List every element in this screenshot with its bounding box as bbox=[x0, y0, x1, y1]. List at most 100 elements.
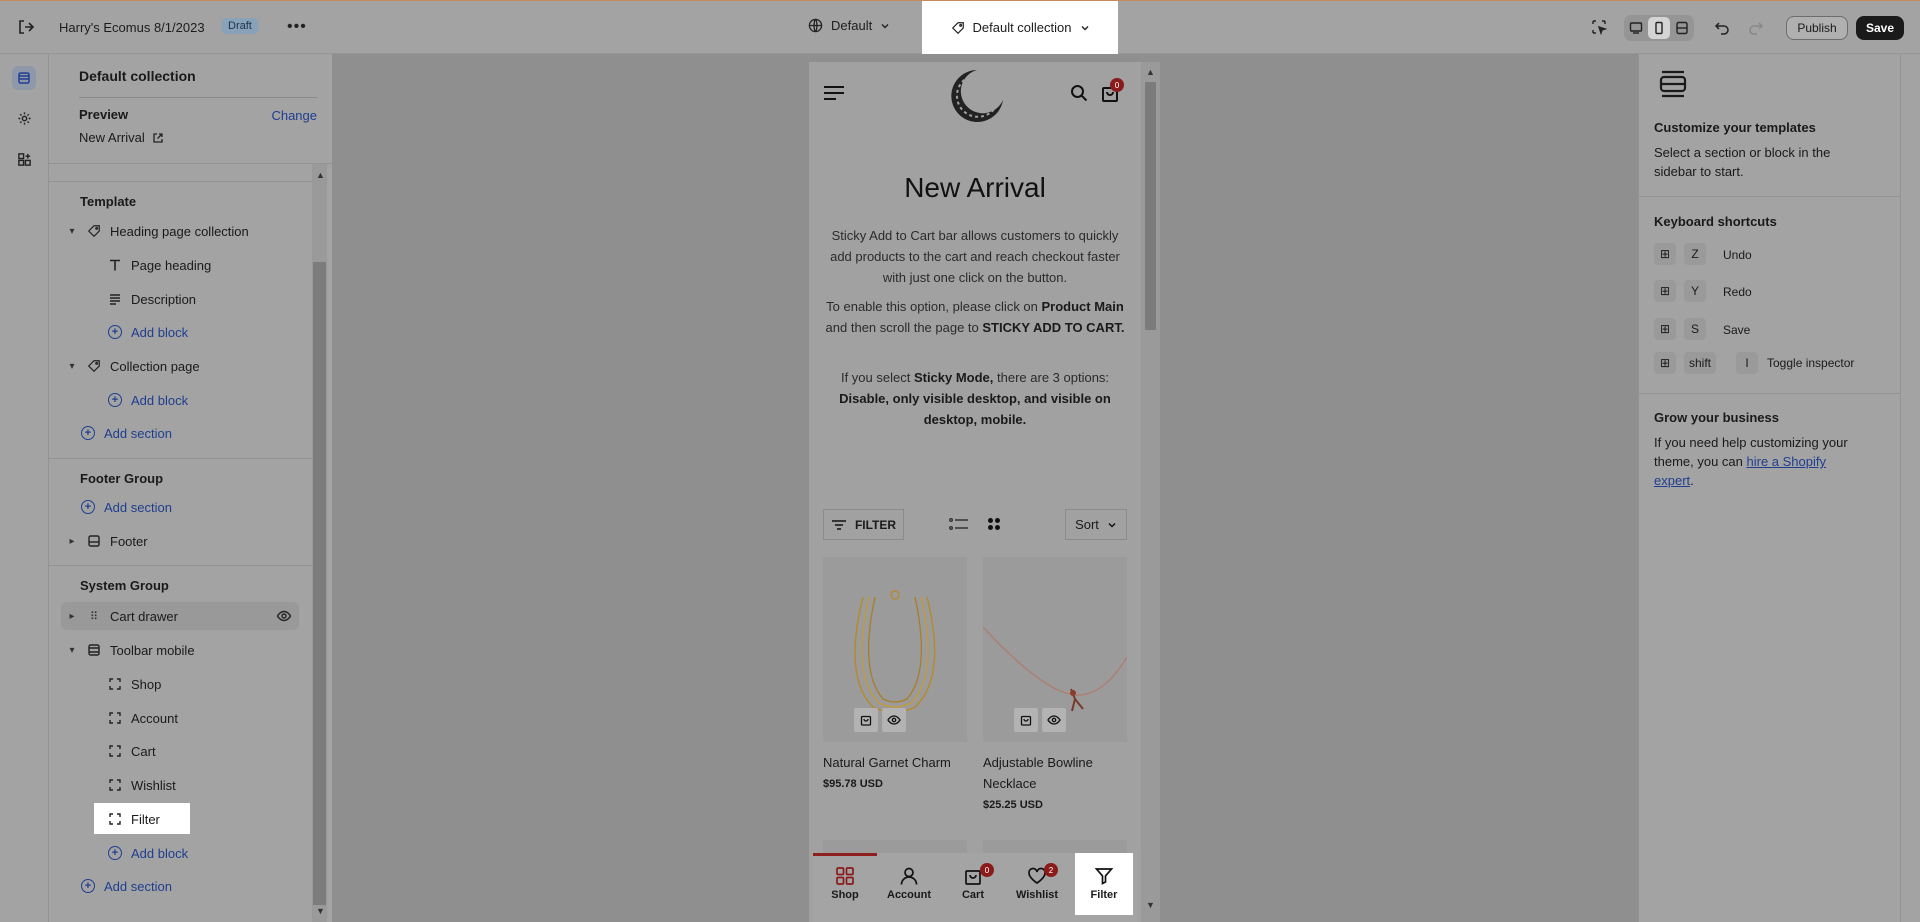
undo-icon[interactable] bbox=[1714, 19, 1730, 38]
text-run: there are 3 options: bbox=[993, 370, 1110, 385]
desktop-view-icon[interactable] bbox=[1625, 17, 1647, 39]
chevron-right-icon[interactable]: ▸ bbox=[66, 536, 78, 547]
toolbar-item-label: Shop bbox=[831, 889, 859, 901]
collection-title: New Arrival bbox=[904, 172, 1046, 203]
template-preview-popover: Default collection Preview Change New Ar… bbox=[49, 54, 332, 164]
product-name[interactable]: Adjustable Bowline Necklace bbox=[983, 752, 1127, 794]
hamburger-menu-icon[interactable] bbox=[823, 84, 845, 105]
mobile-view-icon[interactable] bbox=[1647, 17, 1670, 39]
change-preview-link[interactable]: Change bbox=[271, 108, 317, 123]
text-run: To enable this option, please click on bbox=[826, 299, 1042, 314]
section-cart-drawer[interactable]: ▸ ⠿ Cart drawer bbox=[66, 606, 177, 626]
add-section-button[interactable]: + Add section bbox=[81, 423, 172, 443]
settings-gear-icon[interactable] bbox=[12, 106, 36, 130]
grid-icon bbox=[836, 867, 854, 885]
block-cart[interactable]: Cart bbox=[108, 741, 156, 761]
preview-value-link[interactable]: New Arrival bbox=[79, 130, 164, 145]
tag-icon bbox=[87, 225, 100, 238]
section-label: Toolbar mobile bbox=[110, 642, 195, 658]
user-icon bbox=[900, 867, 918, 885]
add-section-button[interactable]: + Add section bbox=[81, 876, 172, 896]
text-run: . bbox=[1690, 473, 1694, 488]
block-frame-icon bbox=[109, 712, 121, 724]
add-block-label: Add block bbox=[131, 845, 189, 861]
sidebar-divider bbox=[49, 458, 312, 459]
scroll-down-arrow-icon[interactable]: ▼ bbox=[1146, 900, 1155, 910]
toolbar-item-filter[interactable]: Filter bbox=[1072, 866, 1136, 901]
quick-add-bag-icon[interactable] bbox=[1014, 708, 1038, 732]
filter-button[interactable]: FILTER bbox=[823, 509, 904, 540]
block-filter[interactable]: Filter bbox=[108, 809, 160, 829]
sections-icon[interactable] bbox=[12, 66, 36, 90]
section-collection-page[interactable]: ▾ Collection page bbox=[66, 356, 199, 376]
mobile-preview-frame: 0 New Arrival Sticky Add to Cart bar all… bbox=[809, 62, 1141, 922]
add-block-button[interactable]: + Add block bbox=[108, 322, 188, 342]
quick-view-eye-icon[interactable] bbox=[1042, 708, 1066, 732]
template-selector-label: Default collection bbox=[972, 20, 1072, 35]
popover-heading: Default collection bbox=[79, 68, 196, 84]
chevron-down-icon[interactable]: ▾ bbox=[66, 361, 78, 372]
toolbar-item-shop[interactable]: Shop bbox=[813, 866, 877, 901]
section-footer[interactable]: ▸ Footer bbox=[66, 531, 147, 551]
scroll-down-arrow-icon[interactable]: ▼ bbox=[316, 906, 325, 916]
inspector-select-icon[interactable] bbox=[1591, 19, 1608, 38]
block-account[interactable]: Account bbox=[108, 708, 178, 728]
scroll-up-arrow-icon[interactable]: ▲ bbox=[316, 170, 325, 180]
block-page-heading[interactable]: Page heading bbox=[108, 255, 211, 275]
grid-view-icon[interactable] bbox=[987, 517, 1001, 534]
plus-circle-icon: + bbox=[81, 426, 95, 440]
draft-badge: Draft bbox=[221, 18, 259, 34]
list-view-icon[interactable] bbox=[949, 517, 969, 534]
add-block-button[interactable]: + Add block bbox=[108, 843, 188, 863]
full-width-view-icon[interactable] bbox=[1671, 17, 1693, 39]
inspector-scrollbar[interactable] bbox=[1900, 54, 1920, 922]
apps-icon[interactable] bbox=[12, 147, 36, 171]
redo-icon[interactable] bbox=[1748, 19, 1764, 38]
section-toolbar-mobile[interactable]: ▾ Toolbar mobile bbox=[66, 640, 195, 660]
shortcut-key: I bbox=[1736, 352, 1758, 374]
text-bold: Sticky Mode, bbox=[913, 370, 994, 385]
search-icon[interactable] bbox=[1070, 84, 1088, 105]
store-logo-moon-icon[interactable] bbox=[945, 66, 1005, 127]
save-button[interactable]: Save bbox=[1856, 16, 1904, 40]
chevron-right-icon[interactable]: ▸ bbox=[66, 611, 78, 622]
text-run: If you select bbox=[840, 370, 914, 385]
publish-button[interactable]: Publish bbox=[1786, 16, 1848, 40]
text-icon bbox=[110, 259, 120, 271]
device-toggle-group bbox=[1624, 15, 1694, 41]
quick-add-bag-icon[interactable] bbox=[854, 708, 878, 732]
add-section-button[interactable]: + Add section bbox=[81, 497, 172, 517]
template-selector[interactable]: Default collection bbox=[922, 1, 1118, 54]
add-block-button[interactable]: + Add block bbox=[108, 390, 188, 410]
customize-text: Select a section or block in the sidebar… bbox=[1654, 145, 1831, 179]
toolbar-item-wishlist[interactable]: Wishlist bbox=[1005, 866, 1069, 901]
shortcut-key: Y bbox=[1684, 280, 1706, 302]
eye-visibility-icon[interactable] bbox=[276, 608, 292, 627]
preview-value: New Arrival bbox=[79, 130, 145, 145]
description-paragraph-2: To enable this option, please click on P… bbox=[821, 296, 1129, 338]
product-name[interactable]: Natural Garnet Charm bbox=[823, 752, 967, 773]
block-description[interactable]: Description bbox=[108, 289, 196, 309]
chevron-down-icon[interactable]: ▾ bbox=[66, 645, 78, 656]
block-shop[interactable]: Shop bbox=[108, 674, 161, 694]
chevron-down-icon[interactable]: ▾ bbox=[66, 226, 78, 237]
exit-icon[interactable] bbox=[17, 18, 35, 36]
quick-view-eye-icon[interactable] bbox=[882, 708, 906, 732]
more-actions-button[interactable]: ••• bbox=[287, 18, 307, 36]
toolbar-item-account[interactable]: Account bbox=[877, 866, 941, 901]
sort-dropdown[interactable]: Sort bbox=[1065, 509, 1127, 540]
section-heading-page-collection[interactable]: ▾ Heading page collection bbox=[66, 221, 248, 241]
theme-selector[interactable]: Default bbox=[808, 18, 890, 33]
footer-group-header: Footer Group bbox=[80, 471, 164, 486]
block-wishlist[interactable]: Wishlist bbox=[108, 775, 176, 795]
toolbar-item-label: Wishlist bbox=[1015, 889, 1059, 901]
sidebar-scrollbar-thumb[interactable] bbox=[313, 262, 326, 905]
toolbar-item-cart[interactable]: Cart bbox=[941, 866, 1005, 901]
text-bold: STICKY ADD TO CART. bbox=[982, 320, 1125, 335]
drag-handle-icon[interactable]: ⠿ bbox=[87, 610, 101, 623]
add-section-label: Add section bbox=[104, 499, 172, 515]
scroll-up-arrow-icon[interactable]: ▲ bbox=[1146, 67, 1155, 77]
preview-scrollbar-thumb[interactable] bbox=[1145, 82, 1156, 330]
product-price: $95.78 USD bbox=[823, 778, 883, 790]
globe-icon bbox=[808, 18, 823, 33]
